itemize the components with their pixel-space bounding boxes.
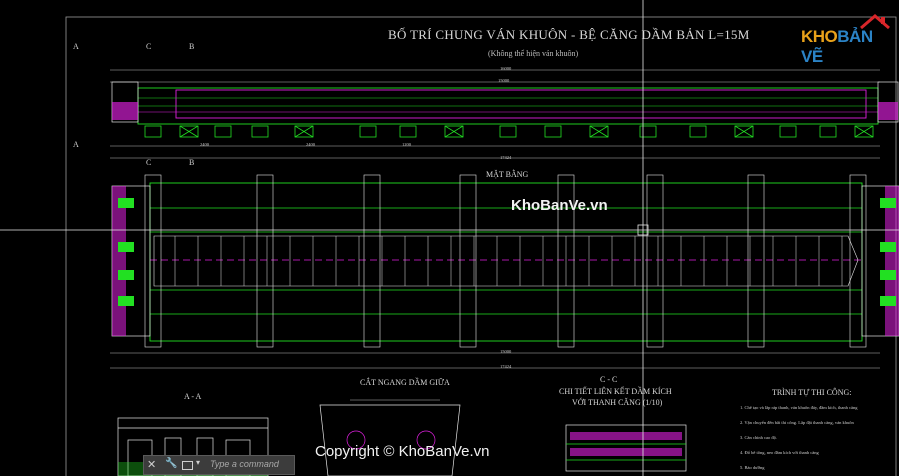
section-marker: B [189,158,195,167]
plan-label: MẶT BẰNG [486,170,529,179]
jack-block [118,242,134,252]
dimension-label: 1200 [402,142,411,147]
sleeper-block [544,125,562,138]
close-icon[interactable]: ✕ [147,458,156,471]
section-marker: C [146,158,152,167]
sleeper-block [399,125,417,138]
wrench-icon[interactable]: 🔧 [165,458,177,469]
jack-block [880,198,896,208]
jack-block [880,242,896,252]
transverse-beam [646,174,664,348]
drawing-subtitle: (Không thể hiện ván khuôn) [488,49,579,58]
section-marker: A [73,140,79,149]
cross-section-label: CẮT NGANG DẦM GIỮA [360,378,450,387]
sleeper-block [499,125,517,138]
section-aa-label: A - A [184,392,202,401]
dimension-label: 17424 [500,155,512,160]
khobanve-logo: KHOBẢN VẼ [801,10,893,66]
sleeper-block [251,125,269,138]
dropdown-icon[interactable]: ▾ [196,458,200,467]
jack-block [118,296,134,306]
dimension-label: 2400 [306,142,315,147]
jack-block [880,270,896,280]
sleeper-block [214,125,232,138]
transverse-beam [144,174,162,348]
transverse-beam [363,174,381,348]
transverse-beam [459,174,477,348]
watermark-text: KhoBanVe.vn [511,197,608,214]
sleeper-block [639,125,657,138]
procedure-step: 5. Bảo dưỡng [740,465,765,470]
transverse-beam [747,174,765,348]
jack-block [118,270,134,280]
elevation-view [110,69,899,159]
procedure-step: 2. Vận chuyển đến bãi thi công. Lắp đặt … [740,420,854,425]
section-marker: C [146,42,152,51]
sleeper-block [144,125,162,138]
box-icon[interactable] [182,461,193,470]
sleeper-block [689,125,707,138]
plan-view [110,174,899,369]
dimension-label: 2400 [200,142,209,147]
procedure-title: TRÌNH TỰ THI CÔNG: [772,388,852,397]
copyright-watermark: Copyright © KhoBanVe.vn [315,443,490,460]
detail-title-line1: CHI TIẾT LIÊN KẾT DẦM KÍCH [559,387,672,396]
detail-title-line2: VỚI THANH CĂNG (1/10) [572,398,663,407]
logo-text-kho: KHO [801,27,838,46]
transverse-beam [256,174,274,348]
section-marker: A [73,42,79,51]
jack-block [118,198,134,208]
command-line-bar: ✕ 🔧 ▾ [143,455,295,475]
section-marker: B [189,42,195,51]
sleeper-block [779,125,797,138]
sleeper-block [359,125,377,138]
dimension-label: 16000 [500,66,512,71]
section-cc-label: C - C [600,375,618,384]
command-input[interactable] [210,457,290,471]
sleeper-block [819,125,837,138]
procedure-step: 4. Đổ bê tông, neo đầm kích với thanh că… [740,450,819,455]
procedure-step: 3. Căn chỉnh cao độ. [740,435,777,440]
drawing-title: BỐ TRÍ CHUNG VÁN KHUÔN - BỆ CĂNG DẦM BẢN… [388,27,750,42]
dimension-label: 17424 [500,364,512,369]
procedure-step: 1. Chế tạo và lắp ráp thanh, ván khuôn đ… [740,405,858,410]
jack-block [880,296,896,306]
dimension-label: 15000 [498,78,510,83]
transverse-beam [849,174,867,348]
dimension-label: 15000 [500,349,512,354]
